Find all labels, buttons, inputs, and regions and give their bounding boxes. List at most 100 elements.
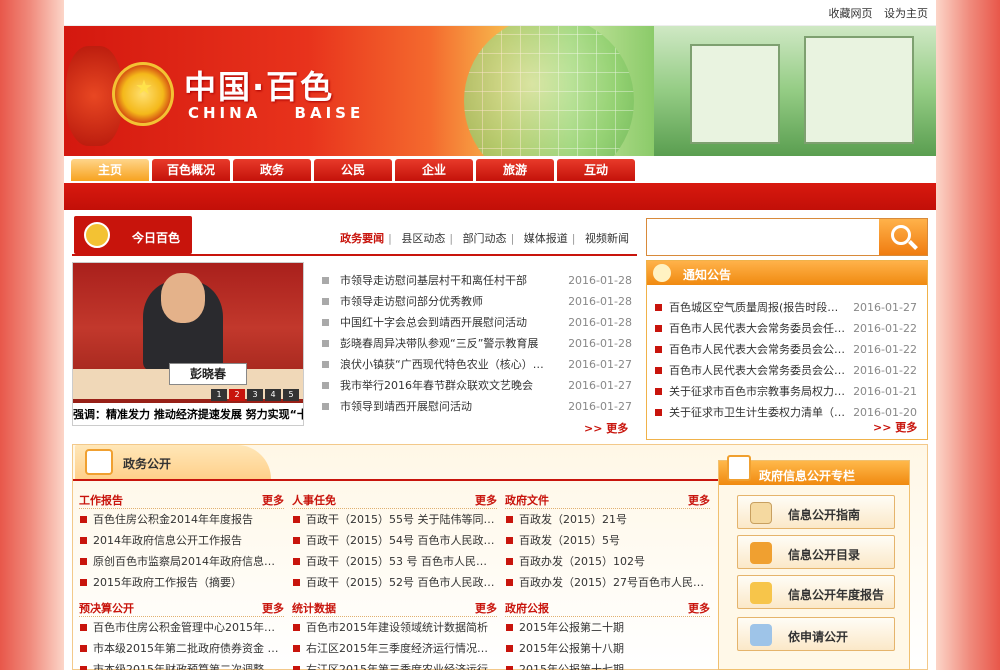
search-input[interactable]	[651, 223, 877, 251]
list-item[interactable]: 百色市人民代表大会常务委员会公告（第 2016-01-22	[655, 360, 921, 381]
list-item[interactable]: 浪伏小镇获“广西现代特色农业（核心）示范区”称号2016-01-27	[322, 354, 632, 375]
factory-image	[654, 26, 936, 156]
list-item[interactable]: 市领导走访慰问基层村干和离任村干部 2016-01-28	[322, 270, 632, 291]
info-catalog-button[interactable]: 信息公开目录	[737, 535, 895, 569]
books-icon	[750, 542, 772, 564]
list-item[interactable]: 关于征求市百色市宗教事务局权力清单（征2016-01-21	[655, 381, 921, 402]
list-item[interactable]: 2015年公报第十八期	[505, 638, 710, 659]
list-item[interactable]: 百政发（2015）5号	[505, 530, 710, 551]
list-item[interactable]: 2015年公报第十七期	[505, 659, 710, 670]
more-link[interactable]: 更多	[262, 600, 284, 616]
list-item[interactable]: 市本级2015年财政预算第二次调整方案	[79, 659, 284, 670]
nav-bar	[64, 183, 936, 210]
more-link[interactable]: 更多	[475, 492, 497, 508]
tab-dept-news[interactable]: 部门动态	[463, 232, 507, 245]
nav-tourism[interactable]: 旅游	[476, 159, 554, 181]
globe-decoration	[464, 26, 634, 156]
notice-list: 百色城区空气质量周报(报告时段：2016年2016-01-27 百色市人民代表大…	[655, 297, 921, 423]
clipboard-icon	[727, 455, 751, 481]
gov-column-statistics: 统计数据 更多 百色市2015年建设领域统计数据简析 右江区2015年三季度经济运…	[292, 597, 497, 670]
list-item[interactable]: 百色住房公积金2014年年度报告	[79, 509, 284, 530]
nav-enterprise[interactable]: 企业	[395, 159, 473, 181]
nav-interaction[interactable]: 互动	[557, 159, 635, 181]
more-link[interactable]: 更多	[688, 600, 710, 616]
top-bar: 收藏网页 设为主页	[64, 0, 936, 26]
tab-media-reports[interactable]: 媒体报道	[524, 232, 568, 245]
set-homepage-link[interactable]: 设为主页	[884, 7, 928, 20]
list-item[interactable]: 市本级2015年第二批政府债券资金 调整预算	[79, 638, 284, 659]
slider-dots: 1 2 3 4 5	[209, 389, 299, 401]
slider-dot[interactable]: 4	[265, 389, 281, 401]
folder-icon	[750, 582, 772, 604]
column-title: 政府文件	[505, 494, 549, 507]
tab-video-news[interactable]: 视频新闻	[585, 232, 629, 245]
list-item[interactable]: 百色市人民代表大会常务委员会任免名单 2016-01-22	[655, 318, 921, 339]
list-item[interactable]: 百政办发（2015）102号	[505, 551, 710, 572]
site-title-en: CHINA BAISE	[188, 104, 365, 122]
nav-home[interactable]: 主页	[71, 159, 149, 181]
slider-dot[interactable]: 5	[283, 389, 299, 401]
search-button[interactable]	[879, 219, 927, 255]
tools-icon	[750, 624, 772, 646]
column-title: 预决算公开	[79, 602, 134, 615]
nav-citizen[interactable]: 公民	[314, 159, 392, 181]
news-list: 市领导走访慰问基层村干和离任村干部 2016-01-28 市领导走访慰问部分优秀教…	[322, 270, 632, 417]
list-item[interactable]: 百政干（2015）54号 百色市人民政府关于	[292, 530, 497, 551]
more-link[interactable]: 更多	[262, 492, 284, 508]
document-icon	[85, 449, 113, 475]
list-item[interactable]: 2015年公报第二十期	[505, 617, 710, 638]
national-emblem-icon: ★	[112, 62, 174, 126]
tab-county-news[interactable]: 县区动态	[401, 232, 445, 245]
banner: ★ 中国·百色 CHINA BAISE	[64, 26, 936, 156]
today-more-link[interactable]: >> 更多	[584, 420, 628, 436]
notice-more-link[interactable]: >> 更多	[873, 419, 917, 435]
info-title: 政府信息公开专栏	[759, 469, 856, 483]
more-link[interactable]: 更多	[475, 600, 497, 616]
slider-dot[interactable]: 3	[247, 389, 263, 401]
gov-title-block: 政务公开	[75, 445, 271, 479]
info-request-button[interactable]: 依申请公开	[737, 617, 895, 651]
bookmark-link[interactable]: 收藏网页	[829, 7, 873, 20]
news-photo-slider[interactable]: 彭晓春 1 2 3 4 5 强调：精准发力 推动经济提速发展 努力实现“十三五”	[72, 262, 304, 426]
site-title-cn: 中国·百色	[184, 68, 335, 106]
more-link[interactable]: 更多	[688, 492, 710, 508]
list-item[interactable]: 原创百色市监察局2014年政府信息公开工作	[79, 551, 284, 572]
slider-dot[interactable]: 1	[211, 389, 227, 401]
list-item[interactable]: 彭晓春周异决带队参观“三反”警示教育展 2016-01-28	[322, 333, 632, 354]
list-item[interactable]: 百色市2015年建设领域统计数据简析	[292, 617, 497, 638]
info-open-panel: 政府信息公开专栏 信息公开指南 信息公开目录 信息公开年度报告 依申请公开	[718, 455, 910, 670]
info-annual-report-button[interactable]: 信息公开年度报告	[737, 575, 895, 609]
list-item[interactable]: 右江区2015年三季度经济运行情况分析	[292, 638, 497, 659]
info-guide-button[interactable]: 信息公开指南	[737, 495, 895, 529]
list-item[interactable]: 百政办发（2015）27号百色市人民政府办公室	[505, 572, 710, 593]
tab-gov-news[interactable]: 政务要闻	[340, 232, 384, 245]
list-item[interactable]: 2014年政府信息公开工作报告	[79, 530, 284, 551]
envelope-icon	[750, 502, 772, 524]
column-title: 政府公报	[505, 602, 549, 615]
list-item[interactable]: 百色城区空气质量周报(报告时段：2016年2016-01-27	[655, 297, 921, 318]
page: 收藏网页 设为主页 ★ 中国·百色 CHINA BAISE 主页 百色概况 政务…	[64, 0, 936, 670]
gov-column-personnel: 人事任免 更多 百政干（2015）55号 关于陆伟等同志任职的通知 百政干（201…	[292, 489, 497, 593]
column-title: 人事任免	[292, 494, 336, 507]
list-item[interactable]: 右江区2015年第三季度农业经济运行	[292, 659, 497, 670]
list-item[interactable]: 中国红十字会总会到靖西开展慰问活动 2016-01-28	[322, 312, 632, 333]
list-item[interactable]: 百政干（2015）53 号 百色市人民政府关于	[292, 551, 497, 572]
nav-government[interactable]: 政务	[233, 159, 311, 181]
slider-dot[interactable]: 2	[229, 389, 245, 401]
notice-title: 通知公告	[683, 268, 732, 282]
list-item[interactable]: 市领导走访慰问部分优秀教师 2016-01-28	[322, 291, 632, 312]
list-item[interactable]: 百政干（2015）52号 百色市人民政府关于	[292, 572, 497, 593]
photo-caption[interactable]: 强调：精准发力 推动经济提速发展 努力实现“十三五”	[73, 403, 303, 425]
list-item[interactable]: 百色市住房公积金管理中心2015年部门预算	[79, 617, 284, 638]
list-item[interactable]: 百政干（2015）55号 关于陆伟等同志任职的通知	[292, 509, 497, 530]
nameplate: 彭晓春	[169, 363, 247, 385]
list-item[interactable]: 百色市人民代表大会常务委员会公告（第 2016-01-22	[655, 339, 921, 360]
search-box	[646, 218, 928, 256]
list-item[interactable]: 我市举行2016年春节群众联欢文艺晚会 2016-01-27	[322, 375, 632, 396]
list-item[interactable]: 百政发（2015）21号	[505, 509, 710, 530]
nav-overview[interactable]: 百色概况	[152, 159, 230, 181]
megaphone-icon	[84, 222, 110, 248]
column-title: 工作报告	[79, 494, 123, 507]
list-item[interactable]: 市领导到靖西开展慰问活动 2016-01-27	[322, 396, 632, 417]
list-item[interactable]: 2015年政府工作报告（摘要）	[79, 572, 284, 593]
